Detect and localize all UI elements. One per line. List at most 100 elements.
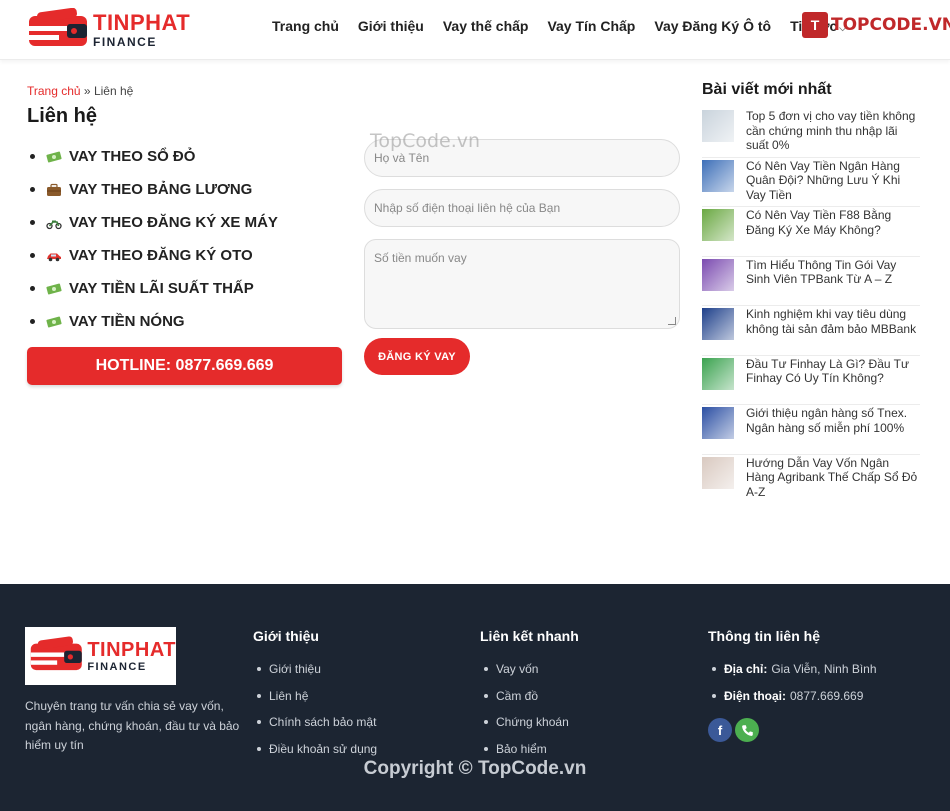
list-item[interactable]: Có Nên Vay Tiền Ngân Hàng Quân Đội? Nhữn…: [702, 158, 920, 207]
briefcase-icon: [45, 182, 63, 198]
site-header: TINPHAT FINANCE Trang chủ Giới thiệu Vay…: [0, 0, 950, 60]
post-thumbnail[interactable]: [702, 407, 734, 439]
loan-item-label: VAY THEO ĐĂNG KÝ OTO: [69, 247, 253, 264]
hotline-button[interactable]: HOTLINE: 0877.669.669: [27, 347, 342, 385]
list-item: VAY TIỀN LÃI SUẤT THẤP: [30, 272, 278, 305]
bullet-icon: [30, 220, 35, 225]
footer-link[interactable]: Chính sách bảo mật: [253, 709, 377, 736]
bullet-icon: [712, 667, 716, 672]
list-item[interactable]: Hướng Dẫn Vay Vốn Ngân Hàng Agribank Thế…: [702, 455, 920, 505]
footer-address: Địa chỉ: Gia Viễn, Ninh Bình: [708, 656, 877, 683]
post-thumbnail[interactable]: [702, 308, 734, 340]
money-icon: [45, 314, 63, 330]
topcode-brand: T TOPCODE.VN: [802, 10, 950, 40]
post-title[interactable]: Tìm Hiểu Thông Tin Gói Vay Sinh Viên TPB…: [746, 258, 920, 306]
nav-mortgage-loan[interactable]: Vay thế chấp: [443, 18, 529, 34]
breadcrumb-home[interactable]: Trang chủ: [27, 84, 81, 98]
breadcrumb: Trang chủ » Liên hệ: [27, 84, 133, 98]
footer-logo-title: TINPHAT: [87, 638, 176, 661]
post-title[interactable]: Đầu Tư Finhay Là Gì? Đầu Tư Finhay Có Uy…: [746, 357, 920, 405]
post-title[interactable]: Giới thiệu ngân hàng số Tnex. Ngân hàng …: [746, 406, 920, 454]
footer-contact-title: Thông tin liên hệ: [708, 628, 820, 644]
loan-item-label: VAY THEO ĐĂNG KÝ XE MÁY: [69, 214, 278, 231]
post-thumbnail[interactable]: [702, 209, 734, 241]
footer-link-label[interactable]: Chính sách bảo mật: [269, 715, 376, 729]
footer-link-label[interactable]: Cầm đồ: [496, 689, 538, 703]
loan-item-label: VAY THEO BẢNG LƯƠNG: [69, 181, 253, 198]
bullet-icon: [30, 154, 35, 159]
motorbike-icon: [45, 215, 63, 231]
footer-link-label[interactable]: Điều khoản sử dụng: [269, 742, 377, 756]
footer-link[interactable]: Vay vốn: [480, 656, 579, 683]
recent-posts-title: Bài viết mới nhất: [702, 81, 832, 98]
loan-amount-placeholder: Số tiền muốn vay: [374, 251, 467, 265]
logo-title: TINPHAT: [93, 10, 191, 35]
resize-handle-icon[interactable]: [668, 317, 676, 325]
list-item[interactable]: Giới thiệu ngân hàng số Tnex. Ngân hàng …: [702, 405, 920, 455]
post-thumbnail[interactable]: [702, 456, 734, 489]
nav-about[interactable]: Giới thiệu: [358, 18, 424, 34]
site-footer: TINPHAT FINANCE Chuyên trang tư vấn chia…: [0, 584, 950, 811]
footer-link-label[interactable]: Vay vốn: [496, 662, 538, 676]
car-icon: [45, 248, 63, 264]
footer-link-label[interactable]: Liên hệ: [269, 689, 308, 703]
bullet-icon: [30, 319, 35, 324]
post-title[interactable]: Top 5 đơn vị cho vay tiền không cần chứn…: [746, 109, 920, 157]
topcode-logo-icon: T: [802, 12, 828, 38]
list-item: VAY THEO SỔ ĐỎ: [30, 140, 278, 173]
post-title[interactable]: Có Nên Vay Tiền F88 Bằng Đăng Ký Xe Máy …: [746, 208, 920, 256]
bullet-icon: [257, 746, 261, 751]
list-item[interactable]: Đầu Tư Finhay Là Gì? Đầu Tư Finhay Có Uy…: [702, 356, 920, 405]
list-item: VAY THEO BẢNG LƯƠNG: [30, 173, 278, 206]
post-thumbnail[interactable]: [702, 159, 734, 192]
breadcrumb-current: Liên hệ: [93, 84, 134, 98]
footer-logo[interactable]: TINPHAT FINANCE: [25, 627, 176, 685]
nav-unsecured-loan[interactable]: Vay Tín Chấp: [547, 18, 635, 34]
footer-contact-column: Thông tin liên hệ Địa chỉ: Gia Viễn, Ninh…: [708, 628, 877, 709]
nav-car-loan[interactable]: Vay Đăng Ký Ô tô: [654, 18, 771, 34]
bullet-icon: [257, 693, 261, 698]
bullet-icon: [712, 693, 716, 698]
footer-link[interactable]: Giới thiệu: [253, 656, 377, 683]
bullet-icon: [484, 667, 488, 672]
post-thumbnail[interactable]: [702, 357, 734, 390]
register-loan-button[interactable]: ĐĂNG KÝ VAY: [364, 338, 470, 375]
footer-link[interactable]: Chứng khoán: [480, 709, 579, 736]
bullet-icon: [257, 720, 261, 725]
loan-amount-field[interactable]: Số tiền muốn vay: [364, 239, 680, 329]
loan-item-label: VAY TIỀN LÃI SUẤT THẤP: [69, 280, 254, 297]
nav-home[interactable]: Trang chủ: [272, 18, 339, 34]
footer-link-label[interactable]: Bảo hiểm: [496, 742, 547, 756]
bullet-icon: [30, 187, 35, 192]
list-item: VAY THEO ĐĂNG KÝ XE MÁY: [30, 206, 278, 239]
money-icon: [45, 149, 63, 165]
phone-icon[interactable]: [735, 718, 759, 742]
post-title[interactable]: Có Nên Vay Tiền Ngân Hàng Quân Đội? Nhữn…: [746, 159, 920, 207]
phone-field[interactable]: Nhập số điện thoại liên hệ của Bạn: [364, 189, 680, 227]
list-item[interactable]: Tìm Hiểu Thông Tin Gói Vay Sinh Viên TPB…: [702, 257, 920, 306]
list-item[interactable]: Có Nên Vay Tiền F88 Bằng Đăng Ký Xe Máy …: [702, 207, 920, 257]
loan-type-list: VAY THEO SỔ ĐỎ VAY THEO BẢNG LƯƠNG VAY T…: [30, 140, 278, 338]
bullet-icon: [484, 720, 488, 725]
post-thumbnail[interactable]: [702, 258, 734, 291]
address-value: Gia Viễn, Ninh Bình: [771, 662, 877, 677]
post-thumbnail[interactable]: [702, 110, 734, 142]
logo-subtitle: FINANCE: [93, 35, 157, 49]
post-title[interactable]: Hướng Dẫn Vay Vốn Ngân Hàng Agribank Thế…: [746, 456, 920, 505]
phone-label: Điện thoại:: [724, 688, 786, 703]
wallet-logo-icon: [27, 7, 91, 52]
list-item[interactable]: Kinh nghiệm khi vay tiêu dùng không tài …: [702, 306, 920, 356]
bullet-icon: [30, 253, 35, 258]
footer-link-label[interactable]: Giới thiệu: [269, 662, 321, 676]
post-title[interactable]: Kinh nghiệm khi vay tiêu dùng không tài …: [746, 307, 920, 355]
site-logo[interactable]: TINPHAT FINANCE: [27, 5, 190, 55]
list-item[interactable]: Top 5 đơn vị cho vay tiền không cần chứn…: [702, 108, 920, 158]
wallet-logo-icon: [30, 636, 82, 671]
phone-value[interactable]: 0877.669.669: [790, 689, 863, 703]
page-title: Liên hệ: [27, 105, 98, 127]
topcode-brand-text: TOPCODE.VN: [831, 15, 950, 35]
footer-link[interactable]: Cầm đồ: [480, 683, 579, 710]
footer-link-label[interactable]: Chứng khoán: [496, 715, 569, 729]
footer-link[interactable]: Liên hệ: [253, 683, 377, 710]
facebook-icon[interactable]: f: [708, 718, 732, 742]
